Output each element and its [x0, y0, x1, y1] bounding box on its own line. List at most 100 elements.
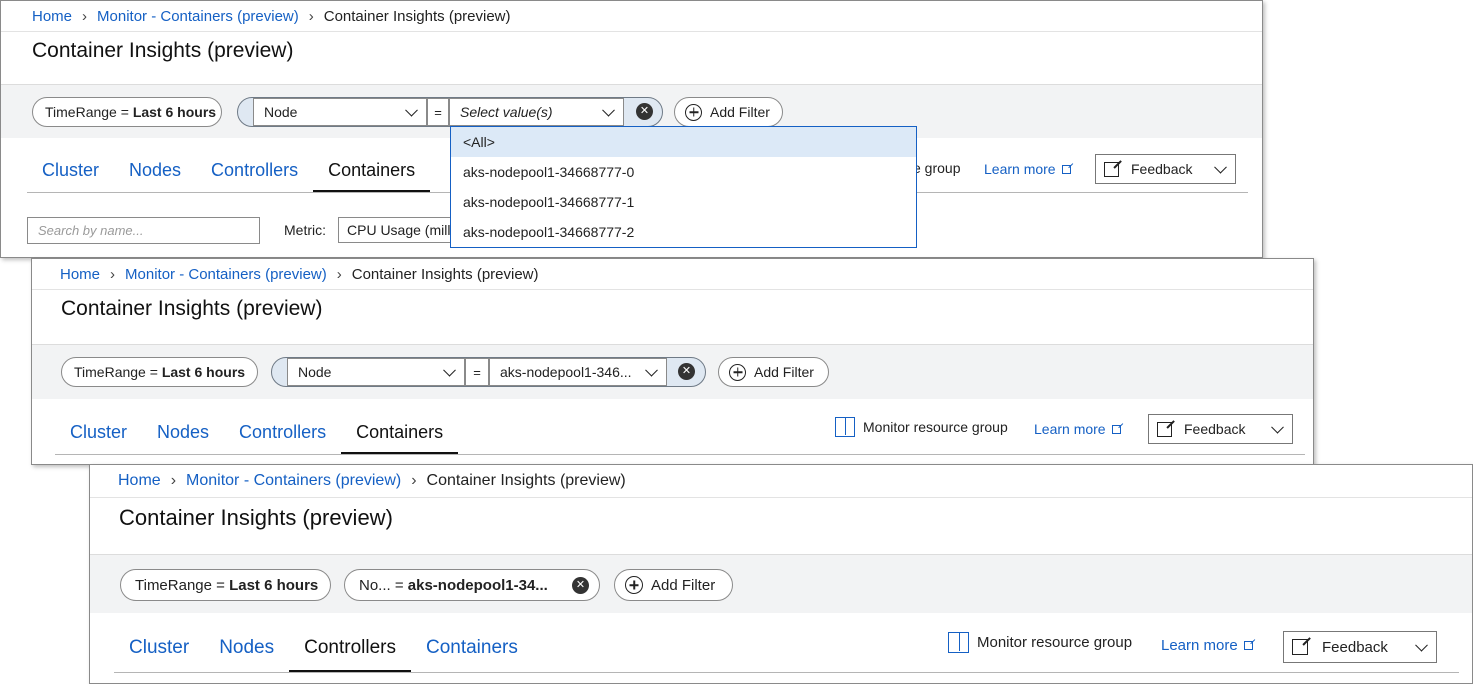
timerange-pill[interactable]: TimeRange = Last 6 hours	[32, 97, 222, 127]
monitor-resource-group-link[interactable]: Monitor resource group	[835, 417, 1008, 437]
value-select[interactable]: Select value(s)	[449, 98, 624, 126]
operator-select[interactable]: =	[465, 358, 489, 386]
breadcrumb-monitor[interactable]: Monitor - Containers (preview)	[97, 8, 299, 25]
feedback-button[interactable]: Feedback	[1148, 414, 1293, 444]
operator-select[interactable]: =	[427, 98, 449, 126]
tab-containers[interactable]: Containers	[313, 160, 431, 192]
tab-cluster[interactable]: Cluster	[27, 160, 114, 191]
tab-nodes[interactable]: Nodes	[114, 160, 196, 191]
node-field-select[interactable]: Node	[287, 358, 465, 386]
tab-nodes[interactable]: Nodes	[204, 637, 289, 671]
learn-more-label: Learn more	[984, 161, 1056, 177]
cube-icon	[948, 632, 969, 653]
chevron-down-icon	[645, 363, 658, 377]
chevron-down-icon	[1214, 160, 1227, 174]
metric-label: Metric:	[284, 222, 326, 238]
add-filter-button[interactable]: Add Filter	[674, 97, 783, 127]
timerange-label: TimeRange =	[74, 364, 158, 380]
breadcrumb-current: Container Insights (preview)	[323, 8, 511, 25]
learn-more-link[interactable]: Learn more	[1161, 637, 1253, 654]
breadcrumb-home[interactable]: Home	[32, 8, 72, 25]
breadcrumb-monitor[interactable]: Monitor - Containers (preview)	[186, 472, 401, 490]
monitor-resource-group-link[interactable]: e group	[913, 160, 960, 176]
external-link-icon	[1061, 164, 1071, 174]
chevron-right-icon: ›	[82, 8, 88, 25]
clear-filter-icon[interactable]: ✕	[572, 577, 589, 594]
external-link-icon	[1243, 641, 1253, 650]
tab-nodes[interactable]: Nodes	[142, 422, 224, 453]
dropdown-option[interactable]: aks-nodepool1-34668777-2	[451, 217, 916, 247]
feedback-label: Feedback	[1322, 638, 1388, 656]
tab-bar: Cluster Nodes Controllers Containers	[55, 422, 459, 454]
breadcrumb-home[interactable]: Home	[118, 472, 161, 490]
dropdown-option-all[interactable]: <All>	[451, 127, 916, 157]
add-filter-label: Add Filter	[651, 576, 716, 594]
clear-filter-icon[interactable]: ✕	[636, 103, 653, 120]
external-link-icon	[1157, 421, 1172, 437]
search-input[interactable]: Search by name...	[27, 217, 260, 244]
dropdown-option[interactable]: aks-nodepool1-34668777-1	[451, 187, 916, 217]
tab-divider	[55, 454, 1305, 455]
field-select-label: Node	[264, 104, 298, 120]
timerange-label: TimeRange =	[45, 104, 129, 120]
add-filter-button[interactable]: Add Filter	[718, 357, 829, 387]
plus-circle-icon	[685, 103, 702, 121]
feedback-button[interactable]: Feedback	[1095, 154, 1236, 184]
external-link-icon	[1292, 639, 1308, 655]
add-filter-button[interactable]: Add Filter	[614, 569, 733, 601]
breadcrumb-home[interactable]: Home	[60, 266, 100, 283]
timerange-pill[interactable]: TimeRange = Last 6 hours	[61, 357, 258, 387]
timerange-label: TimeRange =	[135, 576, 225, 594]
chevron-right-icon: ›	[336, 266, 342, 283]
breadcrumb-current: Container Insights (preview)	[351, 266, 539, 283]
tab-cluster[interactable]: Cluster	[114, 637, 204, 671]
page-title: Container Insights (preview)	[32, 39, 294, 62]
tab-cluster[interactable]: Cluster	[55, 422, 142, 453]
breadcrumb: Home › Monitor - Containers (preview) › …	[32, 8, 511, 25]
value-select-label: aks-nodepool1-346...	[500, 364, 632, 380]
tab-controllers[interactable]: Controllers	[196, 160, 313, 191]
tab-bar: Cluster Nodes Controllers Containers	[27, 160, 431, 192]
chevron-right-icon: ›	[411, 472, 417, 489]
monitor-resource-group-link[interactable]: Monitor resource group	[948, 632, 1132, 653]
breadcrumb: Home › Monitor - Containers (preview) › …	[60, 266, 539, 283]
timerange-value: Last 6 hours	[161, 364, 246, 380]
value-select[interactable]: aks-nodepool1-346...	[489, 358, 667, 386]
tab-containers[interactable]: Containers	[411, 637, 533, 671]
chevron-down-icon	[405, 103, 418, 117]
add-filter-label: Add Filter	[710, 104, 770, 120]
monitor-resource-group-label: Monitor resource group	[863, 419, 1008, 435]
node-filter-pill[interactable]: No... = aks-nodepool1-34... ✕	[344, 569, 600, 601]
breadcrumb: Home › Monitor - Containers (preview) › …	[118, 472, 626, 490]
panel-node-selected: Home › Monitor - Containers (preview) › …	[31, 258, 1314, 465]
chevron-down-icon	[443, 363, 456, 377]
tab-containers[interactable]: Containers	[341, 422, 459, 454]
plus-circle-icon	[729, 363, 746, 381]
chevron-right-icon: ›	[308, 8, 314, 25]
dropdown-option[interactable]: aks-nodepool1-34668777-0	[451, 157, 916, 187]
node-field-select[interactable]: Node	[253, 98, 427, 126]
monitor-resource-group-label: Monitor resource group	[977, 634, 1133, 651]
page-title: Container Insights (preview)	[61, 297, 323, 320]
tab-bar: Cluster Nodes Controllers Containers	[114, 637, 533, 672]
breadcrumb-monitor[interactable]: Monitor - Containers (preview)	[125, 266, 327, 283]
learn-more-label: Learn more	[1161, 637, 1238, 654]
feedback-label: Feedback	[1184, 421, 1246, 437]
field-select-label: Node	[298, 364, 332, 380]
tab-controllers[interactable]: Controllers	[289, 637, 411, 672]
clear-filter-icon[interactable]: ✕	[678, 363, 695, 380]
learn-more-link[interactable]: Learn more	[984, 161, 1071, 177]
monitor-resource-group-label: e group	[913, 160, 961, 176]
tab-controllers[interactable]: Controllers	[224, 422, 341, 453]
feedback-label: Feedback	[1131, 161, 1193, 177]
feedback-button[interactable]: Feedback	[1283, 631, 1437, 663]
plus-circle-icon	[625, 576, 643, 594]
cube-icon	[835, 417, 855, 437]
learn-more-link[interactable]: Learn more	[1034, 421, 1121, 437]
chevron-right-icon: ›	[170, 472, 177, 489]
timerange-pill[interactable]: TimeRange = Last 6 hours	[120, 569, 331, 601]
panel-controllers: Home › Monitor - Containers (preview) › …	[89, 464, 1473, 684]
page-title: Container Insights (preview)	[119, 505, 393, 530]
node-filter-value: aks-nodepool1-34...	[407, 576, 548, 594]
metric-selector: Metric: CPU Usage (millic	[284, 217, 478, 243]
